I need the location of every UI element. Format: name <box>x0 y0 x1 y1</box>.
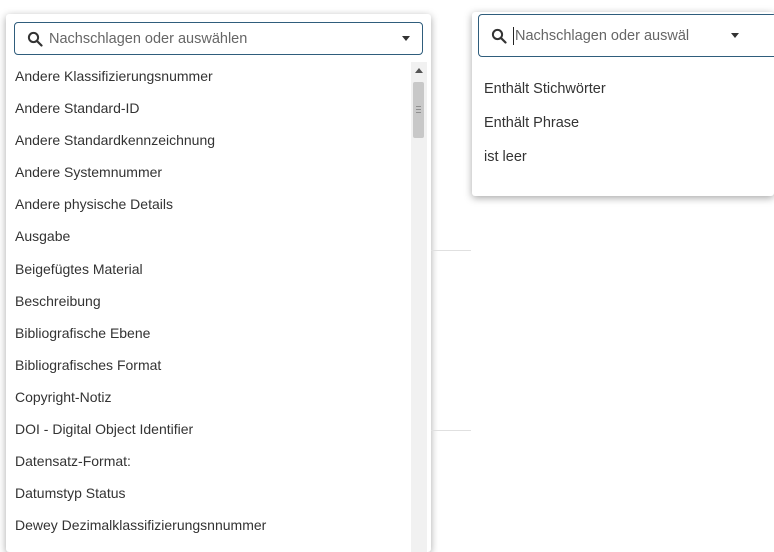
field-option-list: Andere Klassifizierungsnummer Andere Sta… <box>6 60 406 541</box>
grip-line <box>416 109 421 110</box>
operator-search-box[interactable] <box>478 14 774 57</box>
list-item[interactable]: Datensatz-Format: <box>6 445 406 477</box>
text-cursor <box>513 26 514 45</box>
operator-option-list: Enthält Stichwörter Enthält Phrase ist l… <box>472 72 772 174</box>
scroll-up-arrow-icon[interactable] <box>415 68 423 73</box>
list-item[interactable]: Datumstyp Status <box>6 477 406 509</box>
caret-down-icon[interactable] <box>402 36 410 41</box>
search-icon <box>491 28 507 44</box>
list-item[interactable]: Enthält Phrase <box>472 106 772 140</box>
list-item[interactable]: Andere Systemnummer <box>6 156 406 188</box>
search-icon <box>27 31 43 47</box>
list-item[interactable]: Beigefügtes Material <box>6 253 406 285</box>
field-search-box[interactable] <box>14 22 423 55</box>
list-item[interactable]: Andere Standard-ID <box>6 92 406 124</box>
list-item[interactable]: Ausgabe <box>6 220 406 252</box>
list-item[interactable]: Andere Klassifizierungsnummer <box>6 60 406 92</box>
operator-select-dropdown: Enthält Stichwörter Enthält Phrase ist l… <box>472 12 774 196</box>
divider <box>431 250 471 251</box>
scrollbar[interactable] <box>411 62 427 552</box>
list-item[interactable]: Beschreibung <box>6 285 406 317</box>
caret-down-icon[interactable] <box>731 33 739 38</box>
list-item[interactable]: Dewey Dezimalklassifizierungsnnummer <box>6 509 406 541</box>
list-item[interactable]: DOI - Digital Object Identifier <box>6 413 406 445</box>
list-item[interactable]: Andere physische Details <box>6 188 406 220</box>
list-item[interactable]: Copyright-Notiz <box>6 381 406 413</box>
field-search-input[interactable] <box>49 30 402 47</box>
list-item[interactable]: Bibliografische Ebene <box>6 317 406 349</box>
list-item[interactable]: Andere Standardkennzeichnung <box>6 124 406 156</box>
list-item[interactable]: Enthält Stichwörter <box>472 72 772 106</box>
operator-search-input[interactable] <box>515 27 723 44</box>
grip-line <box>416 106 421 107</box>
field-select-dropdown: Andere Klassifizierungsnummer Andere Sta… <box>6 14 431 552</box>
divider <box>431 430 471 431</box>
scrollbar-thumb[interactable] <box>413 82 424 138</box>
grip-line <box>416 112 421 113</box>
list-item[interactable]: Bibliografisches Format <box>6 349 406 381</box>
list-item[interactable]: ist leer <box>472 140 772 174</box>
